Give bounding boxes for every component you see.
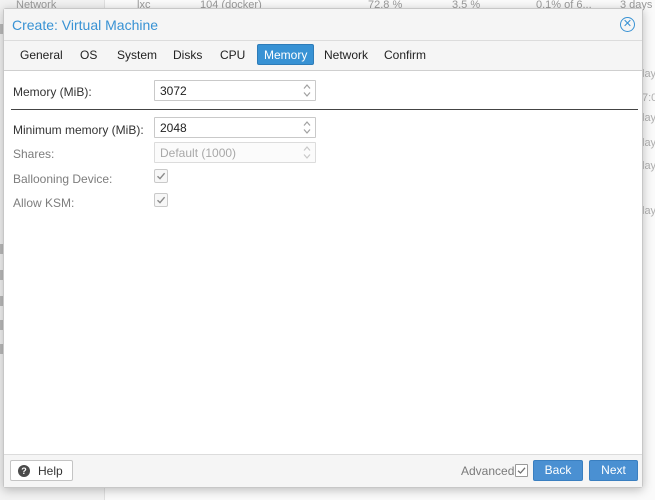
min-memory-label: Minimum memory (MiB): [13,123,144,137]
advanced-label: Advanced [461,464,515,478]
tab-network[interactable]: Network [317,44,375,65]
spin-down-icon[interactable] [303,128,311,135]
background-edge-text: 7:0 [642,92,655,104]
checkmark-icon [517,467,526,474]
help-label: Help [38,464,63,478]
wizard-tabbar: General OS System Disks CPU Memory Netwo… [4,41,642,71]
dialog-header: Create: Virtual Machine ✕ [4,9,642,41]
checkmark-icon [157,172,166,180]
shares-label: Shares: [13,147,55,161]
close-icon[interactable]: ✕ [620,17,635,32]
ksm-label: Allow KSM: [13,196,75,210]
spin-up-icon [303,145,311,152]
shares-spinner [303,145,311,160]
create-vm-dialog: Create: Virtual Machine ✕ General OS Sys… [3,8,643,488]
advanced-separator [11,109,638,110]
background-edge-text: lays [642,112,655,124]
memory-spinner [303,83,311,98]
min-memory-field [154,117,316,138]
background-edge-text: lays [642,160,655,172]
background-edge-text: lays [642,205,655,217]
dialog-title: Create: Virtual Machine [12,17,159,33]
advanced-checkbox[interactable] [515,464,528,477]
min-memory-spinner [303,120,311,135]
tab-disks[interactable]: Disks [166,44,209,65]
shares-field [154,142,316,163]
min-memory-input[interactable] [155,118,295,137]
memory-label: Memory (MiB): [13,85,92,99]
background-edge-text: lays [642,137,655,149]
spin-down-icon [303,153,311,160]
help-icon: ? [18,465,30,477]
tab-cpu[interactable]: CPU [213,44,252,65]
spin-up-icon[interactable] [303,83,311,90]
background-right-edge: lays 7:0 lays lays lays lays [641,0,655,500]
spin-down-icon[interactable] [303,91,311,98]
back-button[interactable]: Back [533,460,583,481]
ballooning-label: Ballooning Device: [13,172,113,186]
ballooning-checkbox[interactable] [154,169,168,183]
shares-input[interactable] [155,143,295,162]
tab-memory[interactable]: Memory [257,44,315,65]
tab-confirm[interactable]: Confirm [377,44,433,65]
spin-up-icon[interactable] [303,120,311,127]
checkmark-icon [157,196,166,204]
tab-os[interactable]: OS [73,44,104,65]
help-button[interactable]: ? Help [10,460,73,481]
memory-input[interactable] [155,81,295,100]
memory-field [154,80,316,101]
ksm-checkbox[interactable] [154,193,168,207]
next-button[interactable]: Next [589,460,638,481]
dialog-footer: ? Help Advanced Back Next [4,454,642,487]
memory-panel: Memory (MiB): Minimum memory (MiB): [4,71,642,456]
tab-general[interactable]: General [13,44,70,65]
tab-system[interactable]: System [110,44,164,65]
background-edge-text: lays [642,68,655,80]
